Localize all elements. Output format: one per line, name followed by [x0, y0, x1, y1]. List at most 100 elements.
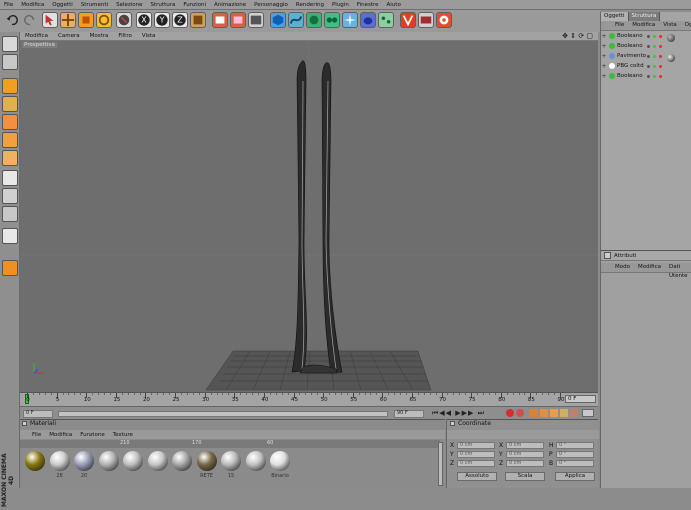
autokey-icon[interactable]: [516, 409, 524, 417]
viewport-nav-icons[interactable]: ✥ ⇕ ⟳ ▢: [557, 32, 598, 40]
materials-menu-file[interactable]: File: [20, 432, 45, 438]
y-axis-icon[interactable]: Y: [154, 12, 170, 28]
redo-icon[interactable]: [22, 12, 38, 28]
attributes-menu-modo[interactable]: Modo: [611, 263, 634, 272]
attributes-menu-modifica[interactable]: Modifica: [634, 263, 665, 272]
size-field[interactable]: 0 cm: [506, 442, 544, 449]
objects-menu-oggetti[interactable]: Oggetti: [681, 21, 691, 30]
menu-animazione[interactable]: Animazione: [210, 2, 250, 8]
render-view-icon[interactable]: [212, 12, 228, 28]
tweak-mode-icon[interactable]: [2, 170, 18, 186]
snapping-icon[interactable]: [400, 12, 416, 28]
material-swatch[interactable]: [221, 451, 241, 471]
menu-aiuto[interactable]: Aiuto: [383, 2, 405, 8]
scale-icon[interactable]: [78, 12, 94, 28]
expand-icon[interactable]: +: [601, 63, 607, 70]
object-row[interactable]: + Booleano: [601, 31, 691, 41]
spline-pen-icon[interactable]: [288, 12, 304, 28]
deformer-icon[interactable]: [342, 12, 358, 28]
visibility-dots[interactable]: [647, 44, 662, 48]
material-swatch[interactable]: [49, 451, 70, 471]
recent-tool-icon[interactable]: [116, 12, 132, 28]
object-row[interactable]: + Pavimento: [601, 51, 691, 61]
inverse-kinematics-icon[interactable]: [2, 206, 18, 222]
material-swatch[interactable]: [74, 451, 94, 471]
viewport-menu-mostra[interactable]: Mostra: [85, 33, 114, 39]
menu-personaggio[interactable]: Personaggio: [250, 2, 292, 8]
expand-icon[interactable]: +: [601, 53, 607, 60]
scene-object-icon[interactable]: [360, 12, 376, 28]
materials-menu-funzione[interactable]: Funzione: [76, 432, 108, 438]
object-row[interactable]: + PBG coltd: [601, 61, 691, 71]
position-field[interactable]: 0 cm: [457, 451, 495, 458]
z-axis-icon[interactable]: Z: [172, 12, 188, 28]
materials-menu-modifica[interactable]: Modifica: [45, 432, 76, 438]
keyframe-scale-icon[interactable]: [540, 409, 548, 417]
axis-mode-icon[interactable]: [2, 96, 18, 112]
points-mode-icon[interactable]: [2, 114, 18, 130]
visibility-dots[interactable]: [647, 54, 662, 58]
rotation-field[interactable]: 0 °: [556, 451, 594, 458]
rotation-field[interactable]: 0 °: [556, 460, 594, 467]
tab-oggetti[interactable]: Oggetti: [601, 12, 629, 21]
coord-scale-select[interactable]: Scala: [505, 472, 545, 481]
material-swatch[interactable]: [270, 451, 290, 471]
timeline-ruler[interactable]: 0 5 10 15 20 25 30 35 40 45 50 55 60 65 70 75 80 85 90 0 F: [20, 392, 598, 406]
range-slider[interactable]: [58, 411, 388, 417]
model-mode-icon[interactable]: [2, 36, 18, 52]
undo-icon[interactable]: [4, 12, 20, 28]
material-swatch[interactable]: [196, 451, 217, 471]
menu-finestre[interactable]: Finestre: [353, 2, 383, 8]
attributes-menu-dati-utente[interactable]: Dati Utente: [665, 263, 691, 279]
visibility-dots[interactable]: [647, 74, 662, 78]
objects-menu-file[interactable]: File: [611, 21, 628, 30]
object-name[interactable]: Booleano: [617, 43, 643, 49]
coord-mode-select[interactable]: Assoluto: [457, 472, 497, 481]
camera-object-icon[interactable]: [378, 12, 394, 28]
cube-icon[interactable]: [270, 12, 286, 28]
menu-funzioni[interactable]: Funzioni: [179, 2, 210, 8]
menu-modifica[interactable]: Modifica: [17, 2, 48, 8]
animation-mode-icon[interactable]: [2, 188, 18, 204]
visibility-dots[interactable]: [647, 34, 662, 38]
size-field[interactable]: 0 cm: [506, 451, 544, 458]
nurbs-icon[interactable]: [306, 12, 322, 28]
position-field[interactable]: 0 cm: [457, 442, 495, 449]
edges-mode-icon[interactable]: [2, 132, 18, 148]
material-swatch[interactable]: [172, 451, 192, 471]
soft-selection-icon[interactable]: [2, 260, 18, 276]
coord-system-icon[interactable]: [190, 12, 206, 28]
material-swatch[interactable]: [123, 451, 143, 471]
materials-scrollbar[interactable]: [438, 442, 443, 486]
workplane-mode-icon[interactable]: [2, 228, 18, 244]
material-tag-icon[interactable]: [667, 34, 675, 42]
render-region-icon[interactable]: [230, 12, 246, 28]
objects-menu-vista[interactable]: Vista: [659, 21, 681, 30]
panel-toggle-icon[interactable]: [604, 252, 611, 259]
material-swatch[interactable]: [98, 451, 119, 471]
menu-struttura[interactable]: Struttura: [147, 2, 180, 8]
panel-toggle-icon[interactable]: [450, 421, 455, 426]
keyframe-pla-icon[interactable]: [570, 409, 578, 417]
x-axis-icon[interactable]: X: [136, 12, 152, 28]
object-mode-icon[interactable]: [2, 54, 18, 70]
menu-plugin[interactable]: Plugin: [328, 2, 353, 8]
position-field[interactable]: 0 cm: [457, 460, 495, 467]
move-icon[interactable]: [60, 12, 76, 28]
render-settings-icon[interactable]: [248, 12, 264, 28]
object-name[interactable]: Pavimento: [617, 53, 646, 59]
start-frame-field[interactable]: 0 F: [23, 410, 53, 418]
polygons-mode-icon[interactable]: [2, 150, 18, 166]
material-swatch[interactable]: [245, 451, 266, 471]
menu-selezione[interactable]: Selezione: [112, 2, 146, 8]
current-frame-field[interactable]: 0 F: [565, 395, 596, 403]
size-field[interactable]: 0 cm: [506, 460, 544, 467]
timeline-menu-icon[interactable]: [582, 409, 594, 417]
material-tag-icon[interactable]: [667, 54, 675, 62]
objects-menu-modifica[interactable]: Modifica: [628, 21, 659, 30]
menu-file[interactable]: File: [0, 2, 17, 8]
expand-icon[interactable]: +: [601, 43, 607, 50]
object-name[interactable]: Booleano: [617, 33, 643, 39]
viewport-menu-filtro[interactable]: Filtro: [113, 33, 136, 39]
end-frame-field[interactable]: 90 F: [394, 410, 424, 418]
